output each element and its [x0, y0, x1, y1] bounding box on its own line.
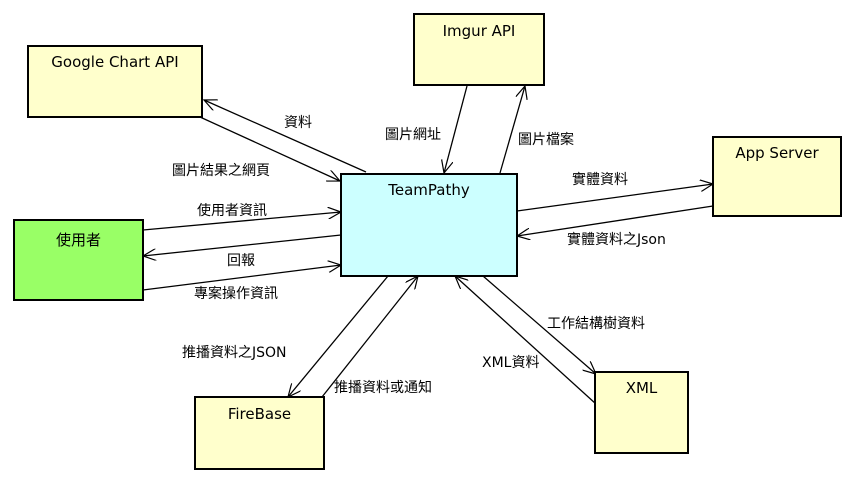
edge-label-user-info: 使用者資訊	[197, 203, 267, 219]
arrow-imgur-to-teampathy	[444, 85, 468, 173]
xml-label: XML	[625, 379, 658, 397]
edge-label-project-ops: 專案操作資訊	[194, 286, 278, 302]
firebase-label: FireBase	[227, 405, 292, 423]
teampathy-node: TeamPathy	[340, 173, 518, 277]
firebase-node: FireBase	[194, 396, 325, 470]
app-server-label: App Server	[735, 144, 819, 162]
edge-label-data: 資料	[284, 115, 312, 131]
google-chart-api-label: Google Chart API	[51, 53, 179, 71]
app-server-node: App Server	[712, 136, 842, 217]
user-node: 使用者	[13, 219, 144, 301]
edge-label-push-json: 推播資料之JSON	[182, 345, 287, 361]
imgur-api-label: Imgur API	[442, 22, 516, 40]
edge-label-entity-json: 實體資料之Json	[567, 232, 666, 248]
google-chart-api-node: Google Chart API	[27, 45, 203, 118]
edge-label-entity-data: 實體資料	[572, 172, 628, 188]
teampathy-label: TeamPathy	[388, 181, 470, 199]
arrow-xml-to-teampathy	[455, 276, 597, 405]
edge-label-push-notify: 推播資料或通知	[334, 380, 432, 396]
edge-label-report: 回報	[227, 253, 255, 269]
user-label: 使用者	[55, 231, 101, 249]
edge-label-xml-data: XML資料	[482, 355, 540, 371]
edge-label-work-tree: 工作結構樹資料	[547, 316, 645, 332]
edge-label-image-file: 圖片檔案	[518, 132, 574, 148]
xml-node: XML	[594, 371, 689, 454]
imgur-api-node: Imgur API	[413, 13, 545, 86]
edge-label-image-result-page: 圖片結果之網頁	[172, 163, 270, 179]
edge-label-image-url: 圖片網址	[385, 127, 441, 143]
